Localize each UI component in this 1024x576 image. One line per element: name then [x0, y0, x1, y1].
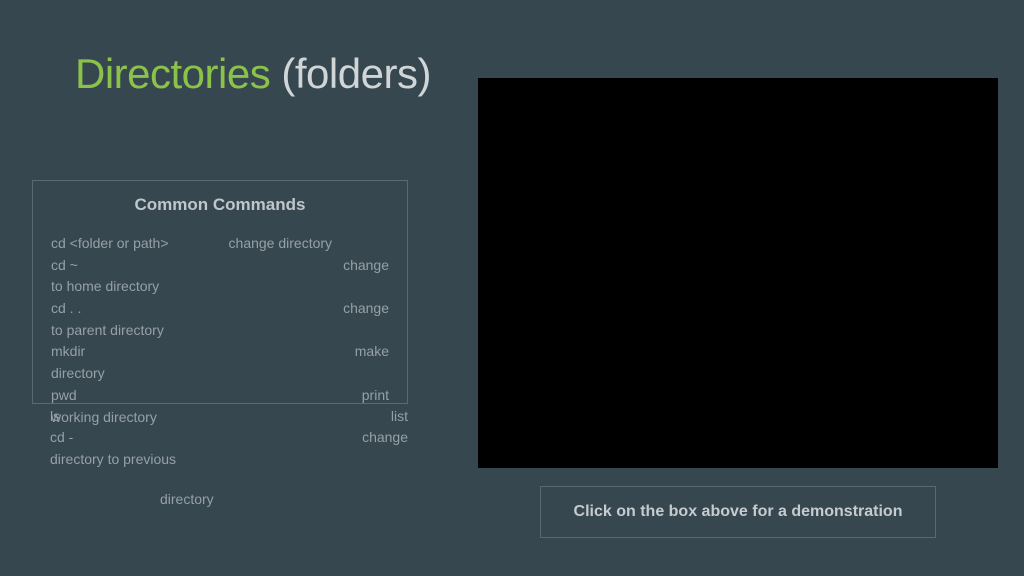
command-desc: change — [343, 298, 389, 320]
command-text: cd ~ — [51, 255, 78, 277]
command-text: mkdir — [51, 341, 85, 363]
command-row: cd . . change — [51, 298, 389, 320]
overflow-row: directory to previous — [50, 449, 176, 471]
overflow-row: ls list — [50, 406, 408, 428]
command-text: cd - — [50, 427, 73, 449]
title-sub: (folders) — [281, 50, 431, 97]
command-desc: change directory — [229, 233, 333, 255]
command-text: directory — [160, 491, 214, 507]
command-row: to home directory — [51, 276, 389, 298]
commands-heading: Common Commands — [51, 195, 389, 215]
command-row: cd <folder or path> change directory — [51, 233, 389, 255]
command-row: to parent directory — [51, 320, 389, 342]
demonstration-area[interactable] — [478, 78, 998, 468]
slide-title: Directories (folders) — [75, 50, 431, 98]
command-desc: list — [391, 406, 408, 428]
title-main: Directories — [75, 50, 270, 97]
instruction-panel: Click on the box above for a demonstrati… — [540, 486, 936, 538]
command-text: to home directory — [51, 276, 159, 298]
command-text: to parent directory — [51, 320, 164, 342]
command-desc: change — [362, 427, 408, 449]
command-desc: change — [343, 255, 389, 277]
command-text: ls — [50, 406, 60, 428]
instruction-text: Click on the box above for a demonstrati… — [574, 502, 903, 523]
commands-panel: Common Commands cd <folder or path> chan… — [32, 180, 408, 404]
command-row: cd ~ change — [51, 255, 389, 277]
overflow-row: cd - change — [50, 427, 408, 449]
command-row: directory — [51, 363, 389, 385]
command-desc: print — [362, 385, 389, 407]
command-row: pwd print — [51, 385, 389, 407]
command-desc: make — [355, 341, 389, 363]
overflow-row: directory — [160, 489, 214, 511]
command-text: pwd — [51, 385, 77, 407]
command-text: cd <folder or path> — [51, 233, 169, 255]
command-row: mkdir make — [51, 341, 389, 363]
command-text: cd . . — [51, 298, 81, 320]
command-text: directory — [51, 363, 105, 385]
command-text: directory to previous — [50, 451, 176, 467]
